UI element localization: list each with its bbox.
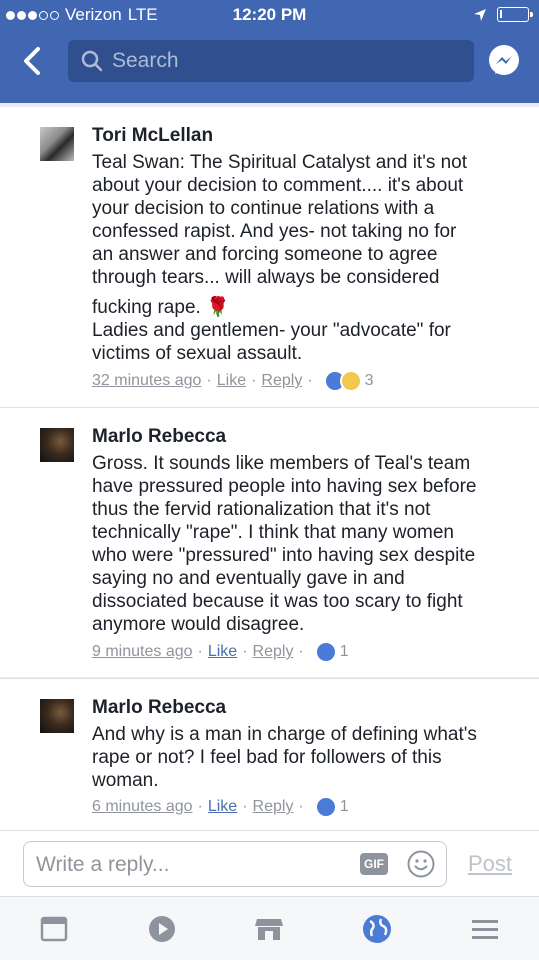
comment-meta: 9 minutes ago · Like · Reply · 1 <box>92 641 349 663</box>
emoji-icon[interactable] <box>406 849 436 879</box>
reaction-count: 1 <box>339 643 349 660</box>
reply-composer: Write a reply... GIF Post <box>0 830 539 896</box>
comment-timestamp[interactable]: 6 minutes ago <box>92 798 193 816</box>
comment-timestamp[interactable]: 32 minutes ago <box>92 372 201 390</box>
comment-author[interactable]: Tori McLellan <box>92 125 213 147</box>
video-icon[interactable] <box>146 913 178 945</box>
menu-icon[interactable] <box>469 913 501 945</box>
comment-meta: 32 minutes ago · Like · Reply · 3 <box>92 370 374 392</box>
avatar[interactable] <box>40 428 74 462</box>
news-feed-icon[interactable] <box>38 913 70 945</box>
reactions-summary[interactable]: 3 <box>323 370 374 392</box>
like-link[interactable]: Like <box>208 643 237 661</box>
gif-button[interactable]: GIF <box>360 853 388 875</box>
search-icon <box>81 50 103 72</box>
like-reaction-icon <box>314 796 337 818</box>
comment-text: And why is a man in charge of defining w… <box>92 724 477 791</box>
reactions-summary[interactable]: 1 <box>314 796 349 818</box>
reaction-count: 3 <box>364 372 374 389</box>
reaction-count: 1 <box>339 798 349 815</box>
comment-text: Gross. It sounds like members of Teal's … <box>92 453 477 635</box>
messenger-icon[interactable] <box>487 44 521 78</box>
reply-link[interactable]: Reply <box>261 372 302 390</box>
status-bar: Verizon LTE 12:20 PM <box>0 0 539 30</box>
comment-text: Teal Swan: The Spiritual Catalyst and it… <box>92 152 468 364</box>
comment-list: Tori McLellan Teal Swan: The Spiritual C… <box>0 103 539 830</box>
avatar[interactable] <box>40 699 74 733</box>
search-input[interactable]: Search <box>68 40 474 82</box>
post-button[interactable]: Post <box>468 851 512 877</box>
comment-timestamp[interactable]: 9 minutes ago <box>92 643 193 661</box>
comment-author[interactable]: Marlo Rebecca <box>92 697 226 719</box>
app-header: Verizon LTE 12:20 PM Search <box>0 0 539 103</box>
comment-item: Marlo Rebecca Gross. It sounds like memb… <box>0 408 539 677</box>
reply-input[interactable]: Write a reply... GIF <box>23 841 447 887</box>
globe-notifications-icon[interactable] <box>361 913 393 945</box>
reactions-summary[interactable]: 1 <box>314 641 349 663</box>
battery-icon <box>497 7 533 22</box>
reply-link[interactable]: Reply <box>253 643 294 661</box>
clock: 12:20 PM <box>232 5 307 24</box>
like-reaction-icon <box>314 641 337 663</box>
location-arrow-icon <box>474 8 486 21</box>
nav-bar: Search <box>0 30 539 103</box>
comment-item: Tori McLellan Teal Swan: The Spiritual C… <box>0 107 539 407</box>
sad-reaction-icon <box>339 370 362 392</box>
avatar[interactable] <box>40 127 74 161</box>
reply-placeholder: Write a reply... <box>36 853 170 876</box>
comment-item: Marlo Rebecca And why is a man in charge… <box>0 679 539 830</box>
comment-author[interactable]: Marlo Rebecca <box>92 426 226 448</box>
tab-bar <box>0 896 539 960</box>
reply-link[interactable]: Reply <box>253 798 294 816</box>
search-placeholder: Search <box>112 49 179 72</box>
like-link[interactable]: Like <box>217 372 246 390</box>
comment-meta: 6 minutes ago · Like · Reply · 1 <box>92 796 349 818</box>
marketplace-icon[interactable] <box>253 913 285 945</box>
like-link[interactable]: Like <box>208 798 237 816</box>
back-arrow-icon[interactable] <box>14 43 50 79</box>
